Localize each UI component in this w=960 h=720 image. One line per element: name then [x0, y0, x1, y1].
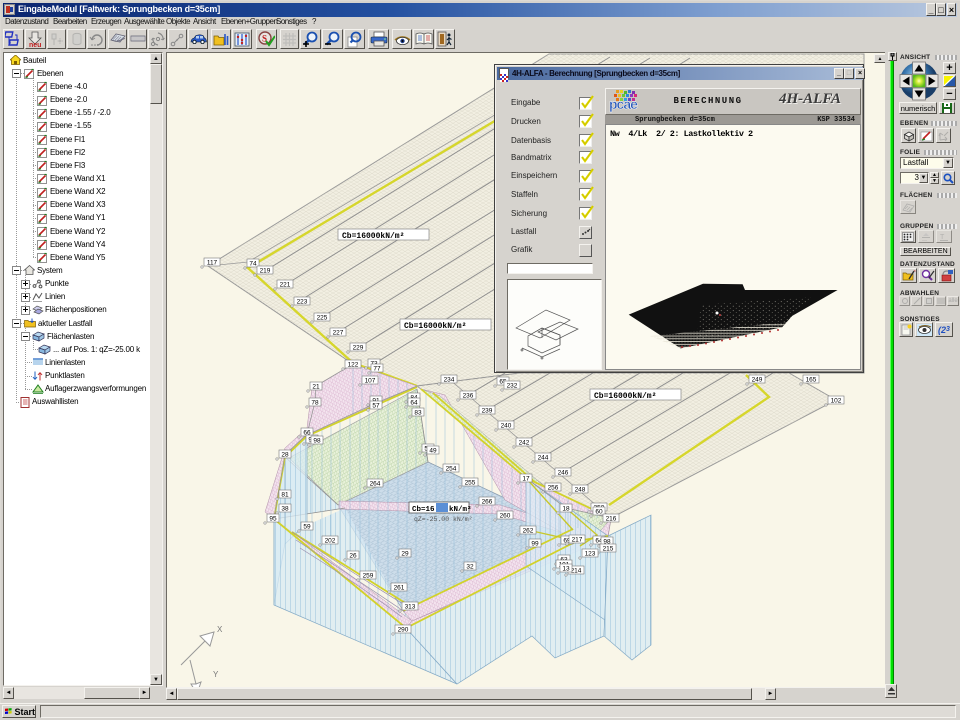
svg-text:neu: neu — [29, 42, 41, 48]
svg-text:123: 123 — [585, 551, 596, 558]
svg-text:99: 99 — [531, 541, 539, 548]
svg-text:26: 26 — [349, 553, 357, 560]
svg-text:77: 77 — [373, 366, 381, 373]
svg-text:59: 59 — [303, 524, 311, 531]
svg-text:64: 64 — [410, 400, 418, 407]
svg-text:—: — — [922, 237, 927, 242]
svg-text:98: 98 — [313, 438, 321, 445]
svg-text:221: 221 — [280, 282, 291, 289]
svg-text:83: 83 — [414, 410, 422, 417]
svg-text:244: 244 — [538, 455, 549, 462]
svg-text:242: 242 — [519, 440, 530, 447]
svg-text:X: X — [217, 625, 223, 634]
svg-text:229: 229 — [353, 345, 364, 352]
svg-text:254: 254 — [446, 466, 457, 473]
svg-text:249: 249 — [752, 377, 763, 384]
svg-text:255: 255 — [465, 480, 476, 487]
svg-text:Cb=16000kN/m²: Cb=16000kN/m² — [404, 322, 466, 331]
svg-text:Cb=16000kN/m²: Cb=16000kN/m² — [342, 232, 404, 241]
svg-text:qZ=-25.00 kN/m²: qZ=-25.00 kN/m² — [414, 516, 473, 523]
svg-text:219: 219 — [260, 268, 271, 275]
svg-text:Cb=16: Cb=16 — [412, 506, 435, 514]
svg-text:239: 239 — [482, 408, 493, 415]
svg-text:60: 60 — [595, 509, 603, 516]
svg-text:29: 29 — [401, 551, 409, 558]
svg-text:261: 261 — [394, 585, 405, 592]
svg-text:217: 217 — [572, 537, 583, 544]
svg-text:225: 225 — [317, 315, 328, 322]
svg-text:18: 18 — [562, 506, 570, 513]
svg-text:pcae: pcae — [609, 96, 638, 112]
svg-text:17: 17 — [522, 476, 530, 483]
svg-text:266: 266 — [482, 499, 493, 506]
svg-text:49: 49 — [429, 448, 437, 455]
svg-text:28: 28 — [281, 452, 289, 459]
svg-text:232: 232 — [507, 383, 518, 390]
svg-text:246: 246 — [558, 470, 569, 477]
svg-text:102: 102 — [831, 398, 842, 405]
svg-text:234: 234 — [444, 377, 455, 384]
svg-text:78: 78 — [311, 400, 319, 407]
svg-text:236: 236 — [463, 393, 474, 400]
svg-text:38: 38 — [281, 506, 289, 513]
svg-text:kN/m²: kN/m² — [449, 505, 472, 514]
svg-text:122: 122 — [348, 362, 359, 369]
svg-text:240: 240 — [501, 423, 512, 430]
svg-text:227: 227 — [333, 330, 344, 337]
svg-text:256: 256 — [548, 485, 559, 492]
svg-text:290: 290 — [398, 627, 409, 634]
svg-text:13: 13 — [562, 566, 570, 573]
svg-text:248: 248 — [575, 487, 586, 494]
svg-text:216: 216 — [606, 516, 617, 523]
svg-text:215: 215 — [603, 546, 614, 553]
svg-text:313: 313 — [405, 604, 416, 611]
svg-text:74: 74 — [249, 261, 257, 268]
svg-text:32: 32 — [466, 564, 474, 571]
svg-text:165: 165 — [806, 377, 817, 384]
svg-text:259: 259 — [363, 573, 374, 580]
svg-text:117: 117 — [207, 260, 218, 267]
svg-text:T: T — [940, 234, 945, 241]
svg-text:223: 223 — [297, 299, 308, 306]
svg-text:Y: Y — [213, 670, 219, 679]
svg-text:260: 260 — [500, 513, 511, 520]
svg-text:262: 262 — [523, 528, 534, 535]
svg-text:95: 95 — [269, 516, 277, 523]
svg-text:Cb=16000kN/m²: Cb=16000kN/m² — [594, 392, 656, 401]
svg-text:107: 107 — [365, 378, 376, 385]
svg-text:57: 57 — [372, 403, 380, 410]
svg-text:264: 264 — [370, 481, 381, 488]
svg-text:81: 81 — [281, 492, 289, 499]
svg-text:202: 202 — [325, 538, 336, 545]
svg-text:21: 21 — [312, 384, 320, 391]
